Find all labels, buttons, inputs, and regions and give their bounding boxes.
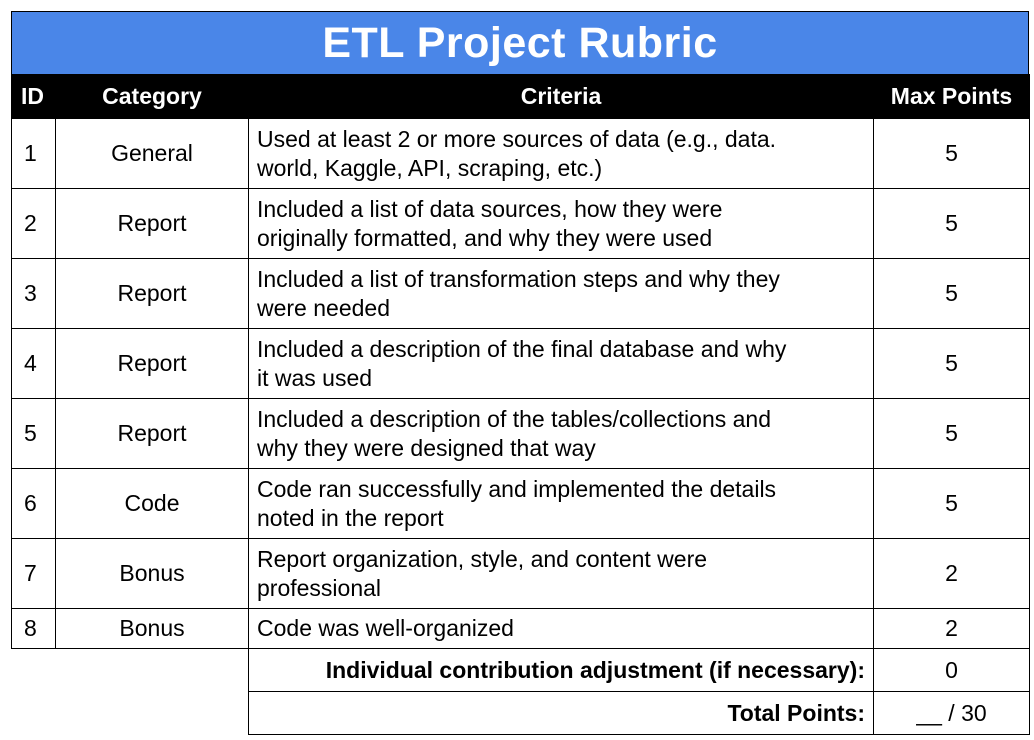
row-criteria: Included a list of data sources, how the… xyxy=(248,188,874,259)
row-points: 2 xyxy=(873,538,1030,609)
row-category: Report xyxy=(55,328,249,399)
row-criteria: Used at least 2 or more sources of data … xyxy=(248,118,874,189)
table-row: 7 Bonus Report organization, style, and … xyxy=(11,538,1030,609)
row-id: 3 xyxy=(11,258,56,329)
total-label: Total Points: xyxy=(248,691,874,735)
row-criteria: Included a description of the tables/col… xyxy=(248,398,874,469)
table-row: 1 General Used at least 2 or more source… xyxy=(11,118,1030,189)
criteria-line: Code ran successfully and implemented th… xyxy=(257,475,777,502)
total-row: Total Points: __ / 30 xyxy=(248,691,1030,735)
adjustment-value: 0 xyxy=(873,648,1030,692)
table-row: 6 Code Code ran successfully and impleme… xyxy=(11,468,1030,539)
title-bar: ETL Project Rubric xyxy=(11,11,1029,74)
rubric-table: ID Category Criteria Max Points 1 Genera… xyxy=(11,74,1030,649)
row-points: 5 xyxy=(873,118,1030,189)
row-points: 5 xyxy=(873,258,1030,329)
criteria-line: Included a description of the final data… xyxy=(257,335,787,362)
header-max-points: Max Points xyxy=(873,74,1030,119)
row-criteria: Included a list of transformation steps … xyxy=(248,258,874,329)
criteria-line: Code was well-organized xyxy=(257,615,514,641)
criteria-line: why they were designed that way xyxy=(257,434,596,461)
criteria-line: professional xyxy=(257,574,382,601)
row-id: 7 xyxy=(11,538,56,609)
table-row: 8 Bonus Code was well-organized 2 xyxy=(11,608,1030,649)
row-criteria: Included a description of the final data… xyxy=(248,328,874,399)
criteria-line: Included a list of transformation steps … xyxy=(257,265,780,292)
criteria-line: Report organization, style, and content … xyxy=(257,545,708,572)
summary-table: Individual contribution adjustment (if n… xyxy=(248,648,1030,735)
row-category: Report xyxy=(55,258,249,329)
criteria-line: world, Kaggle, API, scraping, etc.) xyxy=(257,154,603,181)
header-row: ID Category Criteria Max Points xyxy=(11,74,1030,119)
row-category: Report xyxy=(55,398,249,469)
table-row: 4 Report Included a description of the f… xyxy=(11,328,1030,399)
row-points: 2 xyxy=(873,608,1030,649)
row-id: 2 xyxy=(11,188,56,259)
row-criteria: Report organization, style, and content … xyxy=(248,538,874,609)
row-criteria: Code ran successfully and implemented th… xyxy=(248,468,874,539)
row-id: 4 xyxy=(11,328,56,399)
criteria-line: were needed xyxy=(257,294,390,321)
criteria-line: Included a list of data sources, how the… xyxy=(257,195,723,222)
page-title: ETL Project Rubric xyxy=(322,18,718,67)
row-criteria: Code was well-organized xyxy=(248,608,874,649)
header-id: ID xyxy=(11,74,56,119)
row-points: 5 xyxy=(873,398,1030,469)
row-points: 5 xyxy=(873,328,1030,399)
row-id: 1 xyxy=(11,118,56,189)
table-row: 5 Report Included a description of the t… xyxy=(11,398,1030,469)
row-id: 8 xyxy=(11,608,56,649)
criteria-line: originally formatted, and why they were … xyxy=(257,224,713,251)
total-value: __ / 30 xyxy=(873,691,1030,735)
header-criteria: Criteria xyxy=(248,74,874,119)
table-row: 3 Report Included a list of transformati… xyxy=(11,258,1030,329)
row-category: Bonus xyxy=(55,608,249,649)
row-category: Report xyxy=(55,188,249,259)
criteria-line: noted in the report xyxy=(257,504,444,531)
adjustment-label: Individual contribution adjustment (if n… xyxy=(248,648,874,692)
row-points: 5 xyxy=(873,468,1030,539)
criteria-line: it was used xyxy=(257,364,373,391)
row-id: 5 xyxy=(11,398,56,469)
criteria-line: Used at least 2 or more sources of data … xyxy=(257,125,777,152)
table-row: 2 Report Included a list of data sources… xyxy=(11,188,1030,259)
row-points: 5 xyxy=(873,188,1030,259)
row-category: Code xyxy=(55,468,249,539)
adjustment-row: Individual contribution adjustment (if n… xyxy=(248,648,1030,692)
header-category: Category xyxy=(55,74,249,119)
row-id: 6 xyxy=(11,468,56,539)
row-category: Bonus xyxy=(55,538,249,609)
row-category: General xyxy=(55,118,249,189)
criteria-line: Included a description of the tables/col… xyxy=(257,405,771,432)
